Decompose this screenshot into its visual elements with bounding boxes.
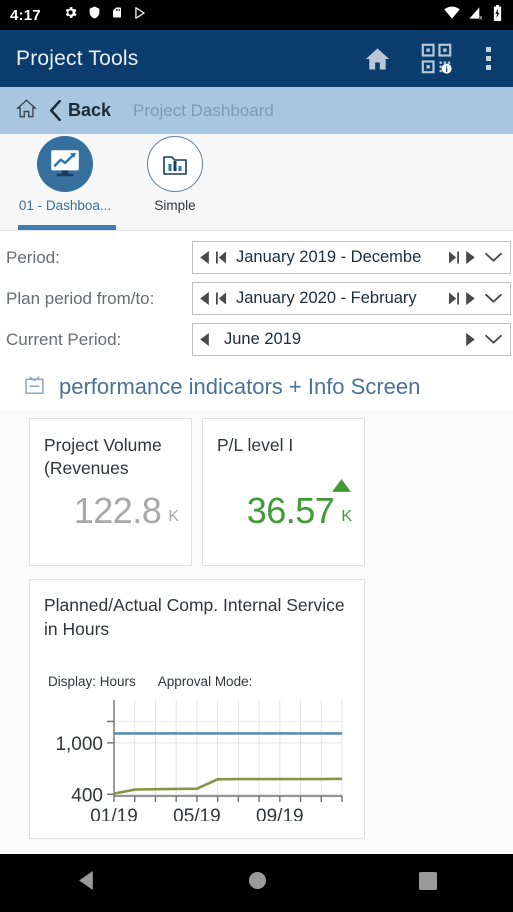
kpi-title-pl-level-1: P/L level I (217, 435, 294, 455)
kpi-value-project-volume: 122.8 K (44, 493, 179, 555)
app-header-actions: i (362, 43, 497, 74)
plan-period-chevron-down-icon[interactable] (480, 293, 506, 304)
gear-icon (63, 5, 78, 25)
android-nav-bar (0, 854, 513, 912)
kpi-value-pl-level-1: 36.57 K (217, 479, 352, 555)
chart-approval-label: Approval Mode: (157, 674, 253, 690)
battery-charging-icon (492, 4, 503, 26)
bar-chart-folder-icon (147, 136, 203, 192)
svg-text:01/19: 01/19 (90, 806, 138, 821)
home-nav-icon[interactable] (248, 871, 267, 895)
recents-nav-icon[interactable] (419, 871, 438, 895)
tab-label-simple: Simple (154, 198, 196, 213)
svg-text:05/19: 05/19 (173, 806, 221, 821)
label-period: Period: (6, 247, 60, 267)
kpi-number-project-volume: 122.8 (73, 490, 162, 531)
sd-card-icon (111, 5, 123, 25)
label-current-period: Current Period: (6, 329, 122, 349)
chart-card-planned-actual[interactable]: Planned/Actual Comp. Internal Service in… (29, 579, 365, 839)
dashboard-content: Project Volume (Revenues 122.8 K P/L lev… (0, 410, 513, 912)
app-title: Project Tools (16, 46, 139, 70)
period-value: January 2019 - Decembe (236, 248, 422, 266)
kpi-card-pl-level-1[interactable]: P/L level I 36.57 K (202, 418, 365, 566)
plan-period-prev-icon[interactable] (197, 285, 212, 313)
period-next-icon[interactable] (463, 244, 478, 272)
trend-up-icon (332, 479, 351, 497)
status-time: 4:17 (10, 6, 41, 24)
current-period-chevron-down-icon[interactable] (480, 334, 506, 345)
status-bar-right: x (443, 4, 503, 26)
period-selector[interactable]: January 2019 - Decembe (192, 241, 511, 274)
breadcrumb-home-icon[interactable] (14, 97, 39, 125)
period-last-icon[interactable] (446, 244, 461, 272)
current-period-prev-icon[interactable] (197, 326, 212, 354)
kpi-row: Project Volume (Revenues 122.8 K P/L lev… (0, 410, 513, 566)
collapse-section-icon[interactable] (24, 375, 45, 400)
phone-screen: 4:17 x Project Tools i Back Project Dash… (0, 0, 513, 912)
plan-period-value: January 2020 - February (236, 289, 417, 307)
plan-period-last-icon[interactable] (446, 285, 461, 313)
app-header: Project Tools i (0, 30, 513, 87)
tab-bar: 01 - Dashboa... Simple (0, 134, 513, 231)
svg-text:400: 400 (71, 786, 103, 807)
play-store-icon (133, 6, 147, 25)
line-chart: 400 1,000 01/19 05/19 09/19 (55, 700, 343, 821)
label-plan-period: Plan period from/to: (6, 288, 155, 308)
plan-period-next-icon[interactable] (463, 285, 478, 313)
breadcrumb-current: Project Dashboard (133, 100, 274, 120)
tab-label-dashboard: 01 - Dashboa... (18, 198, 112, 213)
svg-text:1,000: 1,000 (55, 734, 103, 755)
period-chevron-down-icon[interactable] (480, 252, 506, 263)
section-title: performance indicators + Info Screen (59, 374, 421, 399)
chart-plot-area: 400 1,000 01/19 05/19 09/19 (44, 696, 352, 838)
back-nav-icon[interactable] (76, 870, 97, 896)
svg-text:x: x (479, 14, 483, 20)
home-icon[interactable] (362, 45, 393, 73)
plan-period-selector[interactable]: January 2020 - February (192, 282, 511, 315)
kpi-title-project-volume: Project Volume (Revenues (44, 435, 162, 479)
status-bar-left: 4:17 (10, 5, 147, 25)
kpi-unit-project-volume: K (168, 508, 179, 525)
current-period-selector[interactable]: June 2019 (192, 323, 511, 356)
chart-display-label: Display: Hours (48, 674, 136, 690)
current-period-value: June 2019 (224, 330, 302, 348)
back-label: Back (68, 100, 112, 120)
chart-card-title: Planned/Actual Comp. Internal Service in… (44, 595, 345, 639)
kpi-number-pl-level-1: 36.57 (246, 490, 335, 531)
period-first-icon[interactable] (214, 244, 229, 272)
form-row-plan-period: Plan period from/to: January 2020 - Febr… (0, 278, 513, 319)
form-row-current-period: Current Period: June 2019 (0, 319, 513, 360)
cellular-no-service-icon: x (468, 6, 485, 25)
svg-text:i: i (445, 64, 447, 74)
form-row-period: Period: January 2019 - Decembe (0, 237, 513, 278)
section-header[interactable]: performance indicators + Info Screen (0, 360, 513, 410)
back-button[interactable]: Back (49, 100, 111, 121)
shield-icon (88, 5, 101, 25)
monitor-trend-icon (37, 136, 93, 192)
filter-form: Period: January 2019 - Decembe Plan peri… (0, 231, 513, 360)
kpi-card-project-volume[interactable]: Project Volume (Revenues 122.8 K (29, 418, 192, 566)
overflow-menu-icon[interactable] (480, 43, 497, 74)
period-prev-icon[interactable] (197, 244, 212, 272)
qr-scan-icon[interactable]: i (421, 43, 452, 74)
kpi-unit-pl-level-1: K (341, 508, 352, 525)
tab-active-indicator (18, 225, 116, 230)
tab-simple[interactable]: Simple (120, 134, 230, 230)
current-period-next-icon[interactable] (463, 326, 478, 354)
svg-text:09/19: 09/19 (256, 806, 304, 821)
chart-options-row: Display: Hours Approval Mode: (44, 674, 352, 689)
tab-dashboard[interactable]: 01 - Dashboa... (10, 134, 120, 230)
wifi-icon (443, 6, 461, 25)
plan-period-first-icon[interactable] (214, 285, 229, 313)
status-bar: 4:17 x (0, 0, 513, 30)
breadcrumb: Back Project Dashboard (0, 87, 513, 134)
